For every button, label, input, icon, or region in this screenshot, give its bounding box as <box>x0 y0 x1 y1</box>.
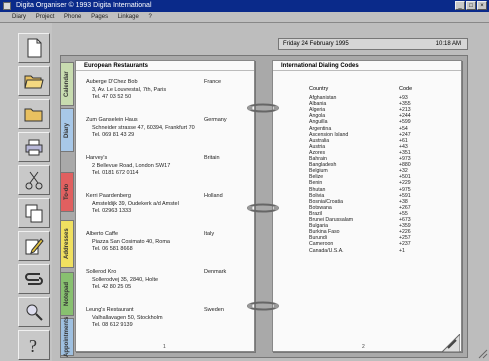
edit-icon <box>25 238 44 255</box>
column-header-country: Country <box>309 86 329 92</box>
left-page-number: 1 <box>163 344 166 350</box>
copy-button[interactable] <box>18 198 50 228</box>
folder-button[interactable] <box>18 99 50 129</box>
restaurant-entry[interactable]: Auberge D'Chez Bob France 3, Av. Le Louvr… <box>86 79 246 102</box>
right-page-header: International Dialing Codes <box>273 61 461 71</box>
country-code: +1 <box>399 247 405 254</box>
new-page-button[interactable] <box>18 33 50 63</box>
country-code: +501 <box>399 174 411 181</box>
country-code: +247 <box>399 131 411 138</box>
binder-ring <box>247 203 279 213</box>
country-code: +880 <box>399 162 411 169</box>
tab-appointments[interactable]: Appointments <box>60 317 74 357</box>
edit-button[interactable] <box>18 231 50 261</box>
tab-addresses[interactable]: Addresses <box>60 220 74 268</box>
country-code: +973 <box>399 156 411 162</box>
country-name: Canada/U.S.A. <box>309 247 344 254</box>
link-icon <box>25 273 43 285</box>
current-time: 10:18 AM <box>435 41 461 47</box>
right-page-number: 2 <box>362 344 365 350</box>
find-button[interactable] <box>18 297 50 327</box>
country-code: +244 <box>399 113 411 120</box>
country-code: +61 <box>399 137 408 144</box>
svg-text:?: ? <box>29 336 37 356</box>
column-header-code: Code <box>399 86 413 92</box>
current-date: Friday 24 February 1995 <box>283 41 349 47</box>
restaurant-entry[interactable]: Zum Ganselein Haus Germany Schneider stra… <box>86 117 246 140</box>
country-code: +599 <box>399 119 411 126</box>
country-code: +975 <box>399 186 411 193</box>
tab-notepad[interactable]: Notepad <box>60 272 74 316</box>
country-code: +359 <box>399 223 411 230</box>
open-folder-icon <box>24 75 44 89</box>
country-code: +38 <box>399 198 408 205</box>
cut-icon <box>25 171 43 190</box>
country-code: +237 <box>399 241 411 248</box>
country-code: +43 <box>399 143 408 150</box>
print-button[interactable] <box>18 132 50 162</box>
vertical-toolbar: ? <box>0 23 52 361</box>
country-code: +351 <box>399 149 411 156</box>
section-tabs: Calendar Diary To-do Addresses Notepad A… <box>60 60 74 360</box>
date-bar: Friday 24 February 1995 10:18 AM <box>278 38 468 50</box>
binder-ring <box>247 103 279 113</box>
window-title: Digita Organiser © 1993 Digita Internati… <box>16 2 152 9</box>
restaurant-entry[interactable]: Sollerod Kro Denmark Sollerodvej 35, 2840… <box>86 269 246 292</box>
country-code: +355 <box>399 101 411 108</box>
country-code: +226 <box>399 229 411 236</box>
country-code: +267 <box>399 204 411 211</box>
new-page-icon <box>27 38 42 58</box>
country-code: +54 <box>399 125 408 132</box>
window-titlebar: Digita Organiser © 1993 Digita Internati… <box>0 0 489 12</box>
maximize-button[interactable]: □ <box>466 1 476 10</box>
tab-todo[interactable]: To-do <box>60 172 74 212</box>
minimize-button[interactable]: _ <box>455 1 465 10</box>
restaurant-entry[interactable]: Kerri Paardenberg Holland Amsteldijk 39, … <box>86 193 246 216</box>
country-code: +591 <box>399 192 411 199</box>
close-button[interactable]: × <box>477 1 487 10</box>
restaurant-entry[interactable]: Alberto Caffe Italy Piazza San Cosimato 4… <box>86 231 246 254</box>
left-page-header: European Restaurants <box>76 61 254 71</box>
help-button[interactable]: ? <box>18 330 50 360</box>
country-code: +673 <box>399 217 411 223</box>
right-page: International Dialing Codes Country Code… <box>272 60 462 352</box>
link-button[interactable] <box>18 264 50 294</box>
menu-project[interactable]: Project <box>36 14 55 20</box>
restaurant-entry[interactable]: Leung's Restaurant Sweden Valhallavagen 5… <box>86 307 246 330</box>
resize-grip-icon[interactable] <box>478 349 488 359</box>
print-icon <box>25 139 43 156</box>
menu-diary[interactable]: Diary <box>12 14 26 20</box>
country-code: +32 <box>399 168 408 175</box>
cut-button[interactable] <box>18 165 50 195</box>
country-code: +93 <box>399 95 408 101</box>
country-code: +229 <box>399 180 411 187</box>
menu-phone[interactable]: Phone <box>64 14 81 20</box>
menu-linkage[interactable]: Linkage <box>118 14 139 20</box>
binder-ring <box>247 301 279 311</box>
country-code: +257 <box>399 235 411 242</box>
system-menu-icon[interactable] <box>3 2 11 10</box>
menubar: Diary Project Phone Pages Linkage ? <box>0 12 489 23</box>
restaurant-entry[interactable]: Harvey's Britain 2 Bellevue Road, London … <box>86 155 246 178</box>
help-icon: ? <box>29 336 37 356</box>
tab-diary[interactable]: Diary <box>60 108 74 152</box>
dialing-code-row[interactable]: Canada/U.S.A. +1 <box>309 248 439 254</box>
folder-icon <box>24 108 43 122</box>
country-code: +55 <box>399 210 408 217</box>
open-folder-button[interactable] <box>18 66 50 96</box>
find-icon <box>26 304 43 321</box>
copy-icon <box>25 204 43 223</box>
left-page: European Restaurants Auberge D'Chez Bob F… <box>75 60 255 352</box>
country-code: +213 <box>399 107 411 114</box>
tab-calendar[interactable]: Calendar <box>60 62 74 106</box>
menu-help[interactable]: ? <box>148 14 151 20</box>
menu-pages[interactable]: Pages <box>91 14 108 20</box>
page-turn-corner-icon[interactable] <box>442 334 460 352</box>
